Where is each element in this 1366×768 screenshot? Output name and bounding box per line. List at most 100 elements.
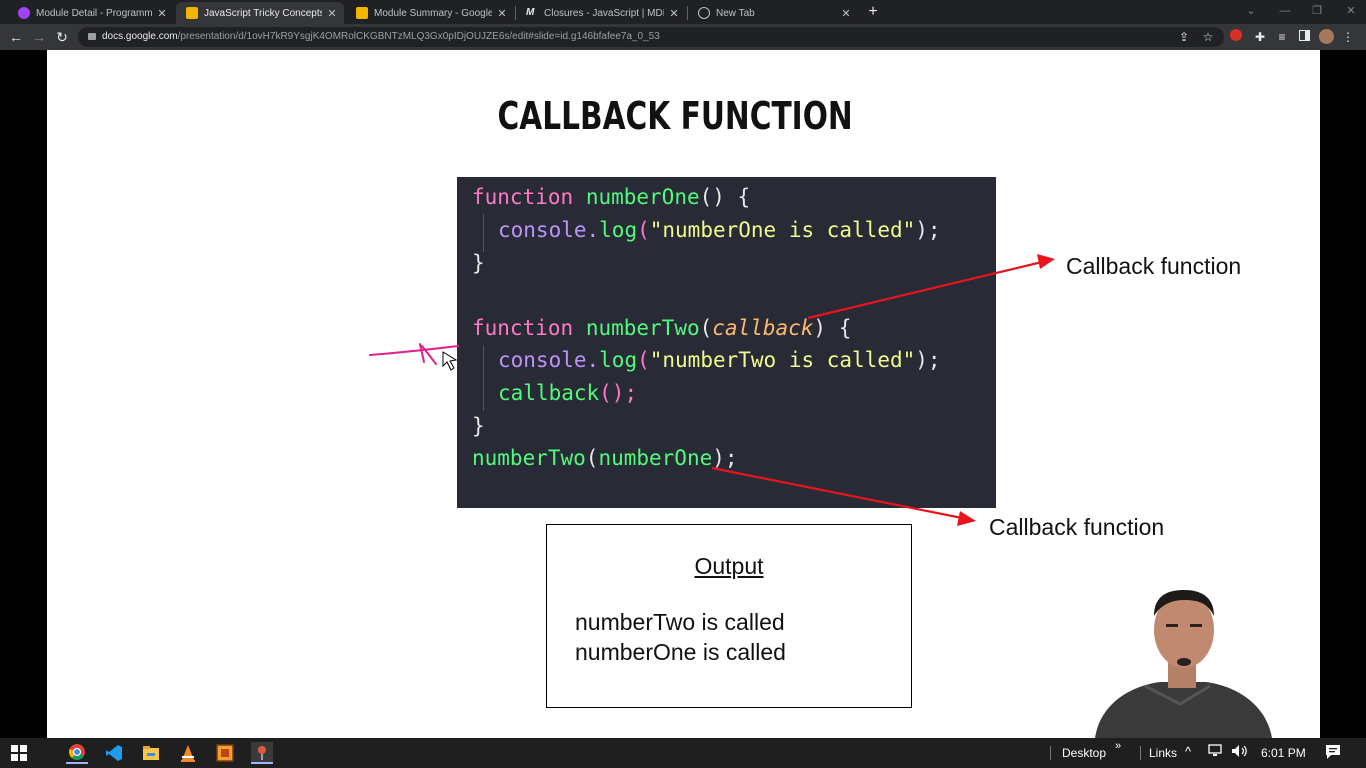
globe-icon	[698, 7, 710, 19]
code-punctuation: ();	[599, 381, 638, 405]
code-punctuation: );	[915, 218, 941, 242]
profile-avatar[interactable]	[1318, 29, 1334, 45]
reading-list-icon[interactable]: ≡	[1274, 29, 1290, 45]
tab-title: Module Detail - Programming H	[36, 7, 152, 19]
tab-title: New Tab	[716, 7, 755, 19]
code-parameter: callback	[712, 316, 814, 340]
code-function-name: numberTwo	[585, 316, 700, 340]
code-function-call: callback	[498, 381, 600, 405]
vlc-taskbar-icon[interactable]	[177, 742, 199, 764]
taskbar-divider	[1140, 746, 1141, 760]
tab-favicon-icon	[18, 7, 30, 19]
tab-closures-mdn[interactable]: M Closures - JavaScript | MDN ✕	[516, 2, 686, 24]
desktop-toolbar-label[interactable]: Desktop	[1062, 746, 1106, 760]
code-punctuation: (	[699, 316, 713, 340]
browser-menu-icon[interactable]: ⋮	[1340, 29, 1356, 45]
vscode-taskbar-icon[interactable]	[103, 742, 125, 764]
code-line-5: function numberTwo(callback) {	[472, 316, 851, 340]
code-line-2: console.log("numberOne is called");	[498, 218, 941, 242]
code-string: "numberOne is called"	[649, 218, 916, 242]
code-line-1: function numberOne() {	[472, 185, 750, 209]
tab-title: Closures - JavaScript | MDN	[544, 7, 664, 19]
share-icon[interactable]: ⇪	[1176, 29, 1192, 45]
output-title: Output	[694, 553, 764, 579]
close-icon[interactable]: ✕	[326, 7, 338, 20]
address-bar[interactable]: docs.google.com/presentation/d/1ovH7kR9Y…	[78, 27, 1224, 47]
close-icon[interactable]: ✕	[668, 7, 680, 20]
code-punctuation: (	[637, 348, 650, 372]
url-path: /presentation/d/1ovH7kR9YsgjK4OMRolCKGBN…	[177, 31, 660, 42]
recorder-taskbar-icon[interactable]	[251, 742, 273, 764]
tab-title: JavaScript Tricky Concepts - Goo	[204, 7, 322, 19]
callout-callback-function-top: Callback function	[1066, 253, 1242, 279]
mdn-favicon-icon: M	[526, 7, 535, 18]
windows-taskbar: Desktop » Links ^ 6:01 PM	[0, 738, 1366, 768]
forward-arrow-icon[interactable]: →	[29, 27, 49, 47]
browser-toolbar: ← → ↻ docs.google.com/presentation/d/1ov…	[0, 24, 1366, 50]
tab-search-icon[interactable]: ⌄	[1236, 2, 1266, 20]
minimize-icon[interactable]: —	[1270, 2, 1300, 20]
code-punctuation: () {	[699, 185, 751, 209]
callout-callback-function-bottom: Callback function	[989, 514, 1165, 540]
close-icon[interactable]: ✕	[496, 7, 508, 20]
browser-tab-strip: Module Detail - Programming H ✕ JavaScri…	[0, 0, 1366, 24]
code-function-call: numberTwo	[472, 446, 586, 470]
tab-module-detail[interactable]: Module Detail - Programming H ✕	[8, 2, 174, 24]
tab-module-summary[interactable]: Module Summary - Google Slide ✕	[346, 2, 514, 24]
clock-time[interactable]: 6:01 PM	[1261, 746, 1306, 760]
code-keyword: function	[472, 316, 574, 340]
code-object: console.	[498, 218, 600, 242]
tab-new-tab[interactable]: New Tab ✕	[688, 2, 858, 24]
code-method: log	[599, 348, 638, 372]
tab-title: Module Summary - Google Slide	[374, 7, 492, 19]
file-explorer-taskbar-icon[interactable]	[140, 742, 162, 764]
code-line-7: callback();	[498, 381, 637, 405]
presentation-app-taskbar-icon[interactable]	[214, 742, 236, 764]
tab-javascript-tricky-concepts[interactable]: JavaScript Tricky Concepts - Goo ✕	[176, 2, 344, 24]
new-tab-button[interactable]: +	[864, 2, 882, 22]
restore-icon[interactable]: ❐	[1302, 2, 1332, 20]
code-punctuation: ) {	[813, 316, 852, 340]
code-function-name: numberOne	[585, 185, 700, 209]
code-string: "numberTwo is called"	[649, 348, 916, 372]
close-icon[interactable]: ✕	[840, 7, 852, 20]
indent-guide	[483, 345, 484, 411]
windows-start-icon[interactable]	[8, 742, 30, 764]
toolbar-overflow-chevron-icon[interactable]: »	[1115, 740, 1121, 752]
volume-icon[interactable]	[1231, 744, 1249, 761]
taskbar-divider	[1050, 746, 1051, 760]
output-line: numberOne is called	[575, 639, 786, 665]
chrome-taskbar-icon[interactable]	[66, 742, 88, 764]
lock-icon[interactable]	[88, 33, 96, 40]
output-line: numberTwo is called	[575, 609, 785, 635]
code-line-6: console.log("numberTwo is called");	[498, 348, 941, 372]
code-line-8: }	[472, 414, 485, 438]
close-icon[interactable]: ✕	[156, 7, 168, 20]
hidden-icons-chevron-icon[interactable]: ^	[1185, 744, 1191, 759]
code-keyword: function	[472, 185, 574, 209]
side-panel-icon[interactable]	[1296, 29, 1312, 45]
extensions-puzzle-icon[interactable]: ✚	[1252, 29, 1268, 45]
code-object: console.	[498, 348, 600, 372]
bookmark-star-icon[interactable]: ☆	[1200, 29, 1216, 45]
output-box: Output numberTwo is called numberOne is …	[546, 524, 912, 708]
notifications-icon[interactable]	[1325, 744, 1341, 763]
code-punctuation: (	[637, 218, 650, 242]
code-line-9: numberTwo(numberOne);	[472, 446, 738, 470]
url-host: docs.google.com	[102, 31, 178, 42]
extension-record-icon[interactable]	[1228, 29, 1244, 45]
back-arrow-icon[interactable]: ←	[6, 27, 26, 47]
network-icon[interactable]	[1208, 744, 1224, 761]
code-punctuation: );	[712, 446, 738, 470]
code-line-3: }	[472, 251, 485, 275]
code-argument: numberOne	[598, 446, 713, 470]
code-block: function numberOne() { console.log("numb…	[457, 177, 996, 508]
screen: Module Detail - Programming H ✕ JavaScri…	[0, 0, 1366, 768]
slide-title: CALLBACK FUNCTION	[497, 94, 853, 138]
code-method: log	[599, 218, 638, 242]
window-close-icon[interactable]: ✕	[1336, 2, 1366, 20]
code-punctuation: );	[915, 348, 941, 372]
links-toolbar-label[interactable]: Links	[1149, 746, 1177, 760]
reload-icon[interactable]: ↻	[52, 27, 72, 47]
slides-favicon-icon	[356, 7, 368, 19]
